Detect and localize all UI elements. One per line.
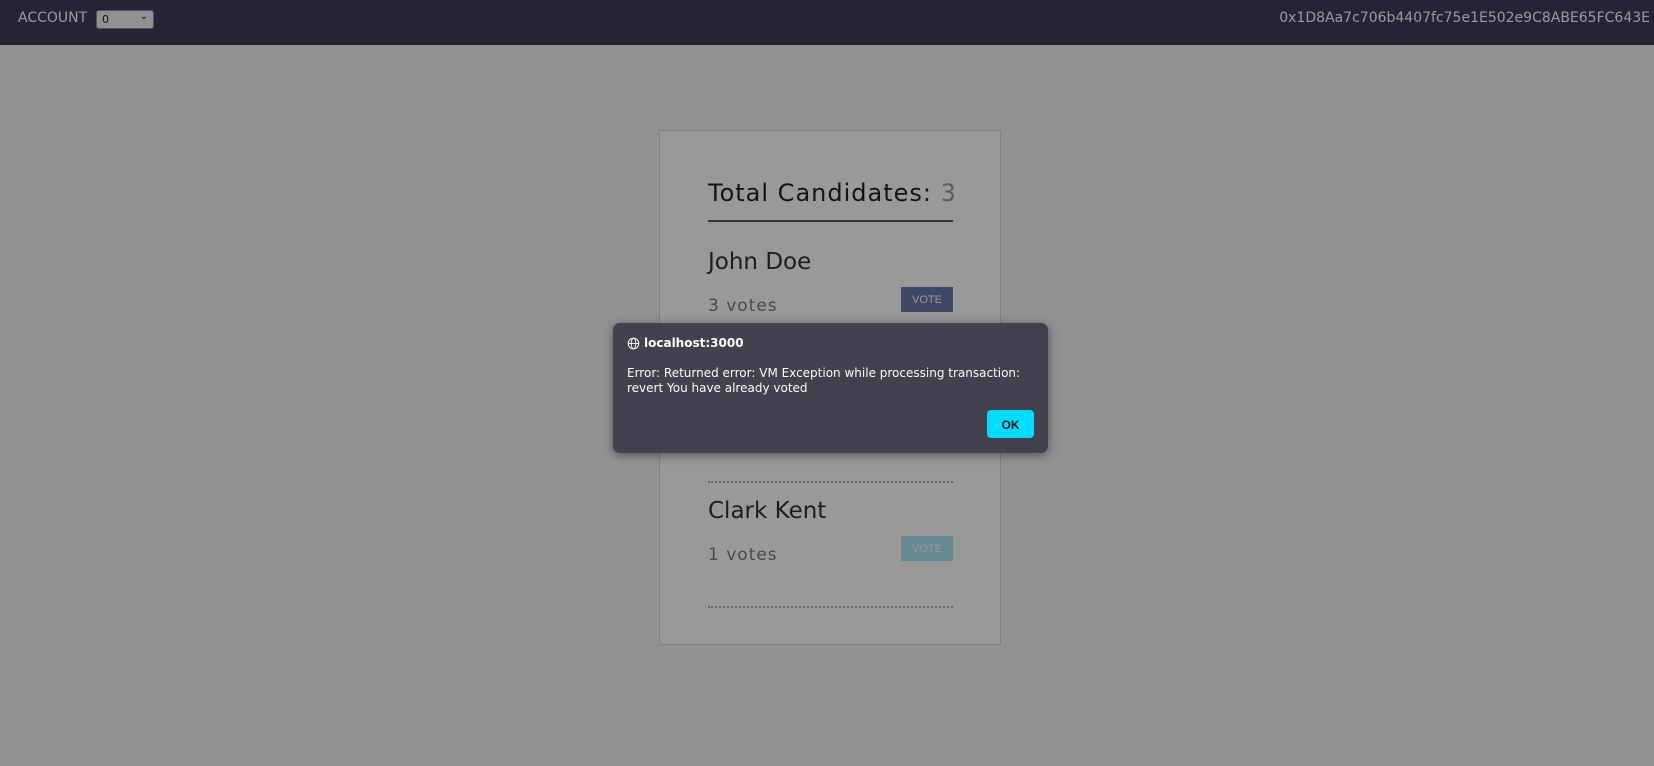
dialog-origin: localhost:3000 (627, 336, 744, 350)
globe-icon (627, 337, 640, 349)
ok-button[interactable]: OK (987, 410, 1034, 438)
alert-dialog: localhost:3000 Error: Returned error: VM… (613, 323, 1048, 453)
dialog-message: Error: Returned error: VM Exception whil… (627, 366, 1021, 395)
dialog-origin-text: localhost:3000 (644, 336, 744, 350)
